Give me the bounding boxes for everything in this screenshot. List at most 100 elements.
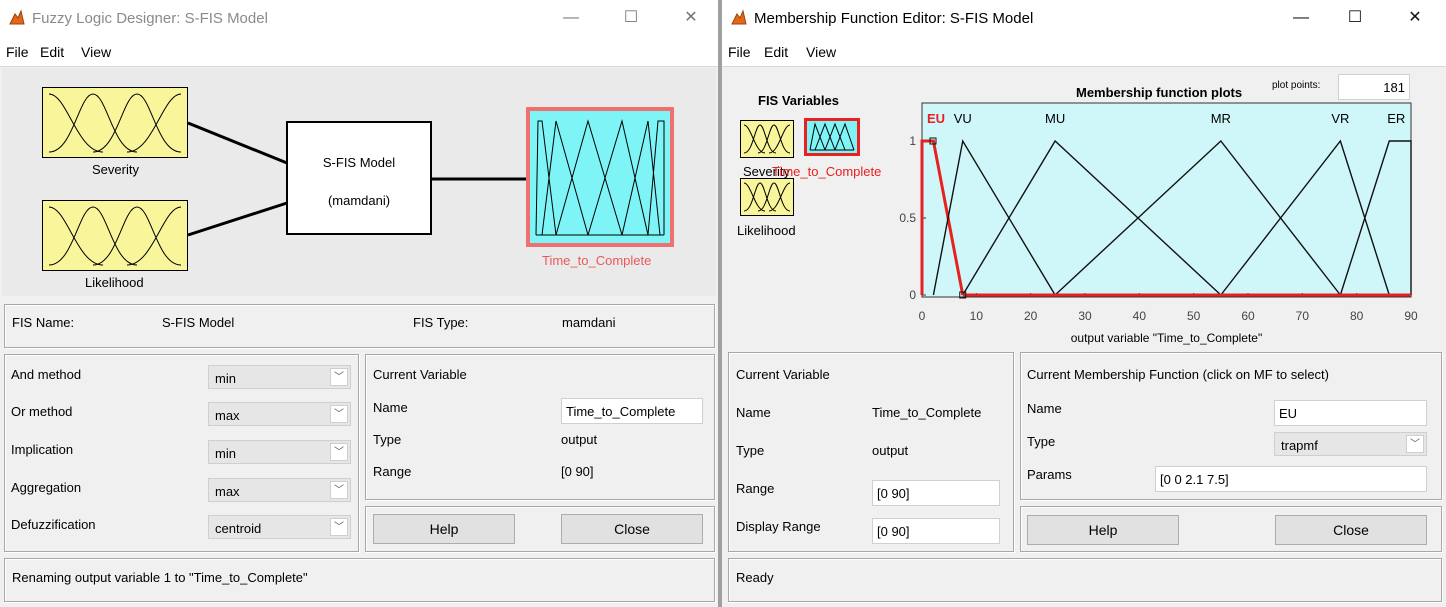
- close-button[interactable]: Close: [561, 514, 703, 544]
- menu-file[interactable]: File: [6, 44, 29, 60]
- input-severity-label: Severity: [92, 162, 139, 177]
- display-range-input[interactable]: [0 90]: [872, 518, 1000, 544]
- variable-name-input[interactable]: Time_to_Complete: [561, 398, 703, 424]
- implication-select[interactable]: min ﹀: [208, 440, 351, 464]
- x-tick-label: 50: [1187, 309, 1201, 323]
- menu-file[interactable]: File: [728, 44, 751, 60]
- variable-type-value: output: [561, 432, 598, 447]
- designer-menubar: File Edit View: [0, 36, 718, 67]
- or-method-select[interactable]: max ﹀: [208, 402, 351, 426]
- fis-model-box[interactable]: S-FIS Model (mamdani): [286, 121, 432, 235]
- output-mf-icon: [535, 119, 665, 236]
- current-variable-heading: Current Variable: [373, 367, 467, 382]
- current-variable-panel: Current Variable Name Time_to_Complete T…: [365, 354, 715, 500]
- designer-status-bar: Renaming output variable 1 to "Time_to_C…: [4, 558, 715, 602]
- menu-edit[interactable]: Edit: [40, 44, 64, 60]
- x-axis-label: output variable "Time_to_Complete": [1071, 331, 1263, 345]
- designer-status-text: Renaming output variable 1 to "Time_to_C…: [12, 570, 308, 585]
- fis-name-value: S-FIS Model: [162, 315, 235, 330]
- minimize-button[interactable]: —: [1286, 6, 1316, 30]
- editor-variable-name-value: Time_to_Complete: [872, 405, 982, 420]
- fuzzy-logic-designer-window: Fuzzy Logic Designer: S-FIS Model — ☐ ✕ …: [0, 0, 718, 607]
- y-tick-label: 0.5: [899, 211, 916, 225]
- editor-range-label: Range: [736, 481, 775, 496]
- chevron-down-icon: ﹀: [1406, 435, 1424, 453]
- mf-label-vr: VR: [1331, 111, 1349, 126]
- fis-model-type: (mamdani): [327, 193, 391, 208]
- mf-params-input[interactable]: [0 0 2.1 7.5]: [1155, 466, 1427, 492]
- matlab-icon: [8, 9, 26, 27]
- chevron-down-icon: ﹀: [330, 368, 348, 386]
- close-button[interactable]: Close: [1275, 515, 1427, 545]
- x-tick-label: 30: [1078, 309, 1092, 323]
- variable-range-value: [0 90]: [561, 464, 594, 479]
- editor-titlebar: Membership Function Editor: S-FIS Model …: [722, 0, 1446, 36]
- mf-name-label: Name: [1027, 401, 1062, 416]
- menu-view[interactable]: View: [81, 44, 111, 60]
- chevron-down-icon: ﹀: [330, 443, 348, 461]
- fis-diagram: Severity Likelihood S-FIS Model (mamdani…: [2, 68, 716, 296]
- severity-mf-icon: [48, 93, 182, 153]
- close-window-button[interactable]: ✕: [676, 6, 706, 30]
- editor-variable-type-label: Type: [736, 443, 765, 458]
- and-method-select[interactable]: min ﹀: [208, 365, 351, 389]
- output-time-to-complete-box[interactable]: [526, 107, 674, 247]
- editor-status-bar: Ready: [728, 558, 1442, 602]
- output-label: Time_to_Complete: [542, 253, 652, 268]
- defuzzification-label: Defuzzification: [11, 517, 96, 532]
- help-button[interactable]: Help: [373, 514, 515, 544]
- input-severity-box[interactable]: [42, 87, 188, 158]
- membership-function-editor-window: Membership Function Editor: S-FIS Model …: [722, 0, 1446, 607]
- fis-info-panel: FIS Name: S-FIS Model FIS Type: mamdani: [4, 304, 715, 348]
- editor-current-variable-heading: Current Variable: [736, 367, 830, 382]
- mf-params-label: Params: [1027, 467, 1072, 482]
- editor-title: Membership Function Editor: S-FIS Model: [754, 10, 1034, 27]
- x-tick-label: 10: [970, 309, 984, 323]
- x-tick-label: 40: [1133, 309, 1147, 323]
- mf-name-input[interactable]: EU: [1274, 400, 1427, 426]
- mf-label-er: ER: [1387, 111, 1405, 126]
- menu-view[interactable]: View: [806, 44, 836, 60]
- editor-variable-type-value: output: [872, 443, 909, 458]
- editor-buttons-panel: Help Close: [1020, 506, 1442, 552]
- variable-name-label: Name: [373, 400, 408, 415]
- maximize-button[interactable]: ☐: [1340, 6, 1370, 30]
- membership-function-plot[interactable]: 0 10 20 30 40 50 60 70 80 90 0 0.5 1 output variable …: [722, 68, 1446, 348]
- help-button[interactable]: Help: [1027, 515, 1179, 545]
- mf-type-select[interactable]: trapmf ﹀: [1274, 432, 1427, 456]
- plot-area: [921, 102, 1412, 298]
- mf-label-mu: MU: [1045, 111, 1065, 126]
- fis-name-label: FIS Name:: [12, 315, 75, 330]
- x-tick-label: 0: [919, 309, 926, 323]
- mf-label-vu: VU: [954, 111, 972, 126]
- menu-edit[interactable]: Edit: [764, 44, 788, 60]
- chevron-down-icon: ﹀: [330, 481, 348, 499]
- input-likelihood-box[interactable]: [42, 200, 188, 271]
- variable-type-label: Type: [373, 432, 402, 447]
- designer-title: Fuzzy Logic Designer: S-FIS Model: [32, 10, 268, 27]
- mf-type-label: Type: [1027, 434, 1056, 449]
- chevron-down-icon: ﹀: [330, 518, 348, 536]
- x-tick-label: 80: [1350, 309, 1364, 323]
- current-mf-heading: Current Membership Function (click on MF…: [1027, 367, 1329, 382]
- methods-panel: And method min ﹀ Or method max ﹀ Implicati…: [4, 354, 359, 552]
- x-tick-label: 60: [1241, 309, 1255, 323]
- maximize-button[interactable]: ☐: [616, 6, 646, 30]
- minimize-button[interactable]: —: [556, 6, 586, 30]
- editor-current-variable-panel: Current Variable Name Time_to_Complete T…: [728, 352, 1014, 552]
- defuzzification-select[interactable]: centroid ﹀: [208, 515, 351, 539]
- input-likelihood-label: Likelihood: [85, 275, 144, 290]
- display-range-label: Display Range: [736, 519, 821, 534]
- matlab-icon: [730, 9, 748, 27]
- fis-type-value: mamdani: [562, 315, 616, 330]
- y-tick-label: 1: [909, 134, 916, 148]
- mf-label-eu: EU: [927, 111, 945, 126]
- designer-buttons-panel: Help Close: [365, 506, 715, 552]
- variable-range-label: Range: [373, 464, 412, 479]
- close-window-button[interactable]: ✕: [1400, 6, 1430, 30]
- fis-type-label: FIS Type:: [413, 315, 469, 330]
- x-tick-label: 70: [1296, 309, 1310, 323]
- range-input[interactable]: [0 90]: [872, 480, 1000, 506]
- editor-menubar: File Edit View: [722, 36, 1446, 67]
- aggregation-select[interactable]: max ﹀: [208, 478, 351, 502]
